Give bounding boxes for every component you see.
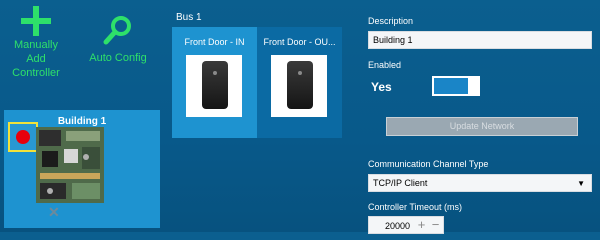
chevron-down-icon: ▼ (577, 179, 585, 188)
search-icon (103, 16, 131, 45)
channel-type-label: Communication Channel Type (368, 159, 489, 169)
card-reader-image (186, 55, 242, 117)
reader-title: Front Door - OU... (263, 37, 336, 47)
auto-config-button[interactable]: Auto Config (86, 14, 150, 65)
channel-type-select[interactable]: TCP/IP Client ▼ (368, 174, 592, 192)
bus-label: Bus 1 (176, 12, 202, 23)
timeout-stepper[interactable]: 20000 + − (368, 216, 444, 234)
update-network-button[interactable]: Update Network (386, 117, 578, 136)
plus-icon (21, 6, 51, 36)
reader-title: Front Door - IN (184, 37, 245, 47)
controller-tile[interactable]: Building 1 ✕ (4, 110, 160, 228)
close-icon[interactable]: ✕ (48, 204, 60, 221)
controller-status-indicator (8, 122, 38, 152)
description-label: Description (368, 16, 414, 26)
enabled-value: Yes (371, 80, 392, 94)
controller-board-image (36, 127, 104, 203)
enabled-toggle[interactable] (432, 76, 480, 96)
increment-button[interactable]: + (415, 218, 428, 231)
timeout-label: Controller Timeout (ms) (368, 202, 463, 212)
toggle-knob (468, 78, 478, 94)
decrement-button[interactable]: − (429, 218, 442, 231)
description-field[interactable]: Building 1 (368, 31, 592, 49)
status-dot (16, 130, 30, 144)
bus-panel: Front Door - IN Front Door - OU... (172, 27, 342, 138)
manual-add-controller-button[interactable]: Manually Add Controller (4, 4, 68, 80)
reader-card-front-door-out[interactable]: Front Door - OU... (257, 27, 342, 138)
card-reader-image (271, 55, 327, 117)
auto-config-label: Auto Config (89, 52, 147, 64)
card-reader-device (287, 61, 313, 109)
enabled-label: Enabled (368, 60, 402, 70)
channel-type-value: TCP/IP Client (373, 178, 428, 188)
timeout-value: 20000 (385, 221, 411, 231)
manual-add-controller-label: Manually Add Controller (12, 39, 60, 79)
reader-card-front-door-in[interactable]: Front Door - IN (172, 27, 257, 138)
card-reader-device (202, 61, 228, 109)
